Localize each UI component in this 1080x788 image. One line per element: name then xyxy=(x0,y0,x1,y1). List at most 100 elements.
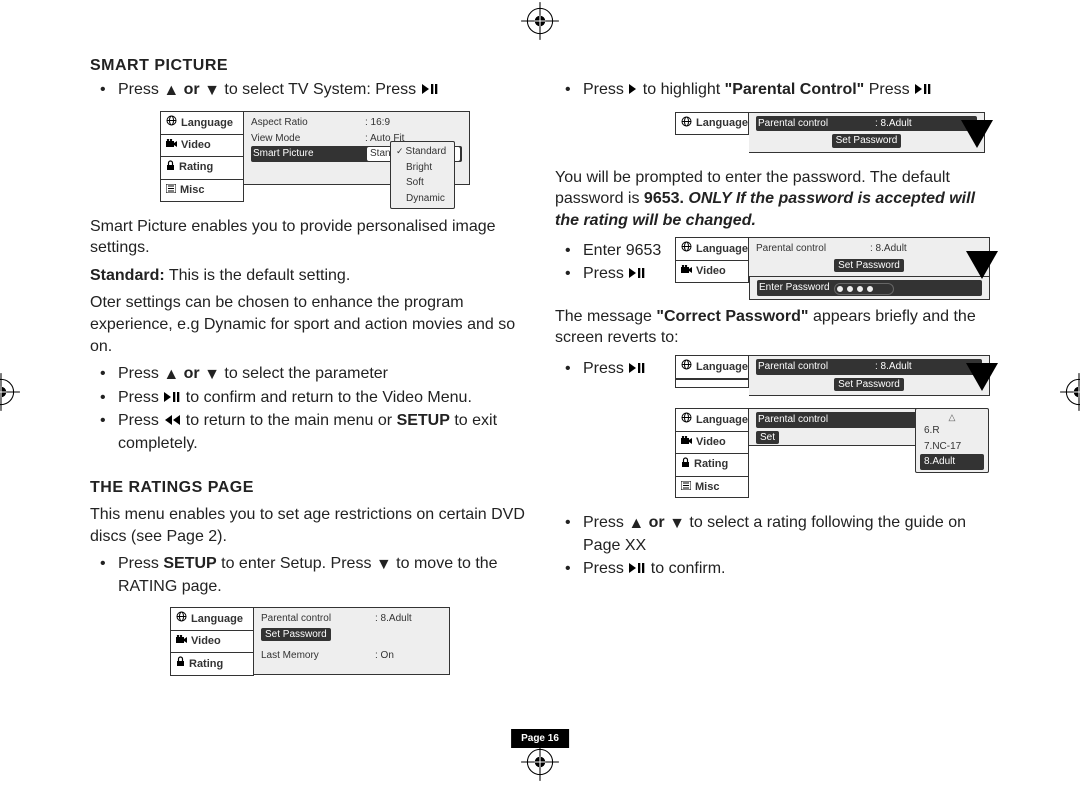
play-pause-icon xyxy=(421,80,439,102)
bullet-select-param: Press ▲ or ▼ to select the parameter xyxy=(90,363,525,386)
osd-parental-highlight: Language Parental control: 8.Adult Set P… xyxy=(675,112,985,153)
page-number: Page 16 xyxy=(511,729,569,748)
bullet-setup-rating: Press SETUP to enter Setup. Press ▼ to m… xyxy=(90,553,525,597)
registration-mark-icon xyxy=(0,371,22,413)
list-icon xyxy=(166,183,176,198)
play-pause-icon xyxy=(628,559,646,581)
osd-row-enter-password: Enter Password xyxy=(757,280,982,296)
osd-row-button: Set Password xyxy=(756,377,982,393)
sidebar-item-language: Language xyxy=(161,112,243,135)
down-arrow-icon: ▼ xyxy=(204,364,220,386)
bullet-highlight-parental: Press to highlight "Parental Control" Pr… xyxy=(555,79,990,102)
sidebar-item-video: Video xyxy=(161,135,243,157)
rating-item: 6.R xyxy=(920,423,984,439)
para-prompt: You will be prompted to enter the passwo… xyxy=(555,167,990,232)
sidebar-item-video: Video xyxy=(676,261,748,282)
registration-mark-icon xyxy=(519,0,561,42)
rewind-icon xyxy=(163,411,181,433)
up-arrow-icon: ▲ xyxy=(628,513,644,535)
rating-item-selected: 8.Adult xyxy=(920,454,984,470)
camera-icon xyxy=(176,634,187,649)
lock-icon xyxy=(176,656,185,672)
bullet-confirm2: Press to confirm. xyxy=(555,558,990,581)
osd-row-selected: Parental control: 8.Adult xyxy=(756,116,977,132)
registration-mark-icon xyxy=(1058,371,1080,413)
osd-rating-select: Language Video Rating Misc Parental cont… xyxy=(675,408,985,498)
popup-item: Soft xyxy=(396,175,449,191)
big-down-arrow-icon xyxy=(959,118,995,150)
osd-row: Last Memory: On xyxy=(261,648,442,664)
heading-ratings: THE RATINGS PAGE xyxy=(90,477,525,499)
osd-sidebar: Language Video Rating xyxy=(170,607,254,676)
right-arrow-icon xyxy=(628,80,638,102)
rating-popup: △ 6.R 7.NC-17 8.Adult xyxy=(915,408,989,473)
popup-item: Dynamic xyxy=(396,191,449,207)
big-down-arrow-icon xyxy=(964,249,1000,281)
bullet-select-tv-system: Press ▲ or ▼ to select TV System: Press xyxy=(90,79,525,102)
bullet-select-rating: Press ▲ or ▼ to select a rating followin… xyxy=(555,512,990,556)
osd-row: Parental control: 8.Adult xyxy=(261,611,442,627)
para-ratings-desc: This menu enables you to set age restric… xyxy=(90,504,525,547)
password-box xyxy=(834,283,894,295)
bullet-return: Press to return to the main menu or SETU… xyxy=(90,410,525,454)
right-column: Press to highlight "Parental Control" Pr… xyxy=(555,55,990,728)
lock-icon xyxy=(166,160,175,176)
globe-icon xyxy=(176,611,187,627)
sidebar-item-rating: Rating xyxy=(676,454,748,477)
osd-revert: Language Parental control: 8.Adult Set P… xyxy=(675,355,990,396)
sidebar-item-language: Language xyxy=(171,608,253,631)
lock-icon xyxy=(681,457,690,473)
chevron-up-icon: △ xyxy=(920,411,984,423)
sidebar-item-rating: Rating xyxy=(171,653,253,675)
list-icon xyxy=(681,480,691,495)
popup-item: Standard xyxy=(396,144,449,160)
para-other: Oter settings can be chosen to enhance t… xyxy=(90,292,525,357)
sidebar-item-video: Video xyxy=(171,631,253,653)
globe-icon xyxy=(681,241,692,257)
bullet-confirm: Press to confirm and return to the Video… xyxy=(90,387,525,410)
osd-rating: Language Video Rating Parental control: … xyxy=(170,607,450,676)
play-pause-icon xyxy=(914,80,932,102)
para-smart-desc: Smart Picture enables you to provide per… xyxy=(90,216,525,259)
rating-item: 7.NC-17 xyxy=(920,439,984,455)
sidebar-item-misc: Misc xyxy=(676,477,748,498)
sidebar-item-video: Video xyxy=(676,432,748,454)
smart-picture-popup: Standard Bright Soft Dynamic xyxy=(390,141,455,209)
popup-item: Bright xyxy=(396,160,449,176)
osd-row-selected: Parental control: 8.Adult xyxy=(756,359,982,375)
up-arrow-icon: ▲ xyxy=(163,80,179,102)
camera-icon xyxy=(681,264,692,279)
sidebar-item-language: Language xyxy=(676,409,748,432)
bullet-press-play: Press xyxy=(555,263,665,286)
down-arrow-icon: ▼ xyxy=(204,80,220,102)
osd-row-button: Set Password xyxy=(756,133,977,149)
para-standard: Standard: This is the default setting. xyxy=(90,265,525,287)
camera-icon xyxy=(681,435,692,450)
bullet-enter-9653: Enter 9653 xyxy=(555,240,665,262)
osd-enter-password: Language Video Parental control: 8.Adult… xyxy=(675,237,990,300)
big-down-arrow-icon xyxy=(964,361,1000,393)
heading-smart-picture: SMART PICTURE xyxy=(90,55,525,77)
sidebar-item-misc: Misc xyxy=(161,180,243,201)
osd-smart-picture: Language Video Rating Misc Aspect Ratio:… xyxy=(160,111,470,201)
globe-icon xyxy=(681,359,692,375)
osd-row-button: Set Password xyxy=(756,258,982,274)
play-pause-icon xyxy=(628,359,646,381)
sidebar-item-language: Language xyxy=(676,356,748,379)
bullet-press-play2: Press xyxy=(555,358,665,381)
down-arrow-icon: ▼ xyxy=(669,513,685,535)
left-column: SMART PICTURE Press ▲ or ▼ to select TV … xyxy=(90,55,525,728)
camera-icon xyxy=(166,138,177,153)
up-arrow-icon: ▲ xyxy=(163,364,179,386)
osd-sidebar: Language Video Rating Misc xyxy=(160,111,244,201)
sidebar-item-language: Language xyxy=(676,238,748,261)
osd-row: Aspect Ratio: 16:9 xyxy=(251,115,462,131)
osd-row: Parental control: 8.Adult xyxy=(756,241,982,257)
play-pause-icon xyxy=(628,264,646,286)
globe-icon xyxy=(681,116,692,132)
sidebar-item-rating: Rating xyxy=(161,157,243,180)
para-correct: The message "Correct Password" appears b… xyxy=(555,306,990,349)
osd-row-button: Set Password xyxy=(261,627,442,643)
globe-icon xyxy=(166,115,177,131)
globe-icon xyxy=(681,412,692,428)
